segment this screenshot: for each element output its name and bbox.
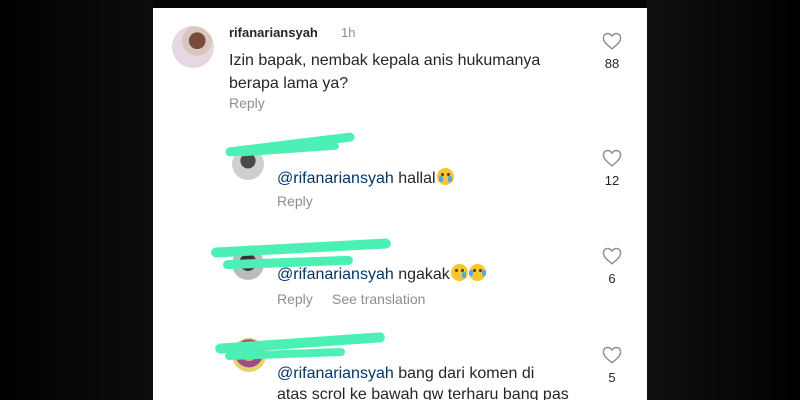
like-count: 12 [604,173,620,188]
comment-text-line-2: berapa lama ya? [229,75,349,92]
heart-icon[interactable] [602,149,622,167]
reply-button[interactable]: Reply [277,291,313,307]
like-count: 88 [604,56,620,71]
heart-icon[interactable] [602,247,622,265]
left-dark-margin [0,0,153,400]
reply-message: hallal [398,170,436,187]
reply-button[interactable]: Reply [229,95,265,111]
reply-message: bang dari komen di [398,365,535,382]
mention-link[interactable]: @rifanariansyah [277,266,394,283]
comment-username[interactable]: rifanariansyah [229,25,318,40]
see-translation-button[interactable]: See translation [332,291,425,307]
reply-text-line-1: @rifanariansyah bang dari komen di [277,363,534,384]
heart-icon[interactable] [602,32,622,50]
mention-link[interactable]: @rifanariansyah [277,170,394,187]
redaction-mark [210,238,392,258]
avatar[interactable] [172,26,214,68]
crying-face-icon [450,264,468,281]
comments-panel[interactable]: rifanariansyah 1h Izin bapak, nembak kep… [153,8,647,400]
reply-text: @rifanariansyah ngakak [277,264,486,285]
heart-icon[interactable] [602,346,622,364]
comment-timestamp: 1h [341,25,356,40]
reply-text: @rifanariansyah hallal [277,168,454,189]
like-count: 5 [608,370,616,385]
reply-message: ngakak [398,266,450,283]
right-dark-margin [647,0,800,400]
mention-link[interactable]: @rifanariansyah [277,365,394,382]
tears-of-joy-face-icon [468,264,486,281]
comment-text-line-1: Izin bapak, nembak kepala anis hukumanya [229,52,541,69]
loudly-crying-face-icon [436,168,454,185]
like-count: 6 [608,271,616,286]
reply-text-line-2: atas scrol ke bawah gw terharu bang pas [277,386,569,400]
reply-button[interactable]: Reply [277,193,313,209]
